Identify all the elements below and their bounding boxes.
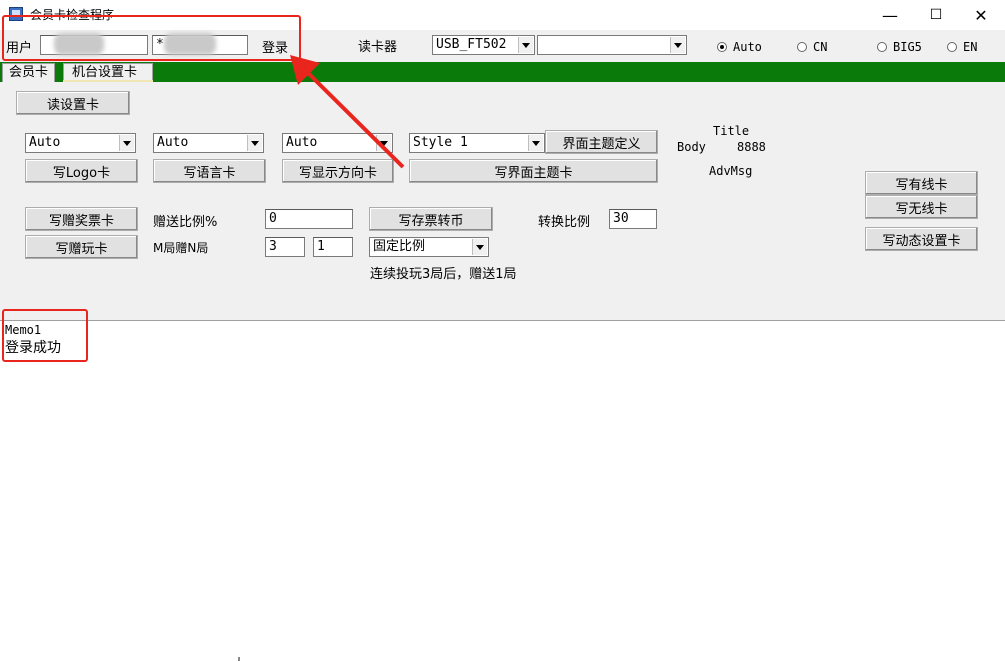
- tab-member-card[interactable]: 会员卡: [2, 63, 56, 82]
- preview-title: Title: [713, 124, 750, 138]
- write-theme-button[interactable]: 写界面主题卡: [409, 159, 658, 183]
- chevron-down-icon[interactable]: [247, 135, 262, 151]
- write-wireless-button[interactable]: 写无线卡: [865, 195, 978, 219]
- gift-ratio-label: 赠送比例%: [153, 215, 218, 230]
- convert-ratio-input[interactable]: 30: [609, 209, 657, 229]
- write-language-button[interactable]: 写语言卡: [153, 159, 266, 183]
- n-input[interactable]: 1: [313, 237, 353, 257]
- annotation-arrow-icon: [290, 55, 405, 169]
- divider: [238, 657, 240, 661]
- port-select[interactable]: [537, 35, 687, 55]
- language-select[interactable]: Auto: [153, 133, 264, 153]
- chevron-down-icon[interactable]: [518, 37, 533, 53]
- annotation-box-memo: [2, 309, 88, 362]
- logo-select[interactable]: Auto: [25, 133, 136, 153]
- continuous-note: 连续投玩3局后，赠送1局: [370, 267, 517, 282]
- write-wired-button[interactable]: 写有线卡: [865, 171, 978, 195]
- radio-checked-icon: [717, 42, 727, 52]
- radio-icon: [877, 42, 887, 52]
- radio-auto[interactable]: Auto: [717, 40, 762, 54]
- gift-ratio-input[interactable]: 0: [265, 209, 353, 229]
- logo-select-value: Auto: [29, 135, 61, 150]
- write-prize-ticket-button[interactable]: 写赠奖票卡: [25, 207, 138, 231]
- radio-icon: [947, 42, 957, 52]
- style-select[interactable]: Style 1: [409, 133, 545, 153]
- annotation-box-login: [2, 15, 301, 61]
- convert-ratio-label: 转换比例: [538, 215, 591, 230]
- preview-body-value: 8888: [737, 140, 766, 154]
- radio-big5[interactable]: BIG5: [877, 40, 922, 54]
- settings-panel: [0, 82, 1005, 320]
- chevron-down-icon[interactable]: [119, 135, 134, 151]
- radio-icon: [797, 42, 807, 52]
- read-settings-button[interactable]: 读设置卡: [16, 91, 130, 115]
- m-input[interactable]: 3: [265, 237, 305, 257]
- write-ticket-coin-button[interactable]: 写存票转币: [369, 207, 493, 231]
- chevron-down-icon[interactable]: [528, 135, 543, 151]
- preview-body: Body: [677, 140, 706, 154]
- chevron-down-icon[interactable]: [472, 239, 487, 255]
- ratio-mode-select[interactable]: 固定比例: [369, 237, 489, 257]
- reader-select-value: USB_FT502: [436, 37, 507, 52]
- reader-select[interactable]: USB_FT502: [432, 35, 535, 55]
- m-n-label: M局赠N局: [153, 241, 209, 255]
- style-select-value: Style 1: [413, 135, 468, 150]
- preview-adv: AdvMsg: [709, 164, 753, 178]
- radio-label: BIG5: [893, 40, 922, 54]
- chevron-down-icon[interactable]: [670, 37, 685, 53]
- close-icon[interactable]: ✕: [958, 0, 1004, 30]
- radio-en[interactable]: EN: [947, 40, 977, 54]
- radio-label: Auto: [733, 40, 762, 54]
- radio-cn[interactable]: CN: [797, 40, 827, 54]
- write-logo-button[interactable]: 写Logo卡: [25, 159, 138, 183]
- ratio-mode-value: 固定比例: [373, 239, 426, 254]
- write-gift-play-button[interactable]: 写赠玩卡: [25, 235, 138, 259]
- language-select-value: Auto: [157, 135, 189, 150]
- radio-label: CN: [813, 40, 828, 54]
- theme-define-button[interactable]: 界面主题定义: [545, 130, 658, 154]
- radio-label: EN: [963, 40, 978, 54]
- minimize-icon[interactable]: —: [867, 0, 913, 30]
- write-dynamic-button[interactable]: 写动态设置卡: [865, 227, 978, 251]
- memo-area[interactable]: [0, 320, 1005, 661]
- maximize-icon[interactable]: ☐: [913, 0, 959, 30]
